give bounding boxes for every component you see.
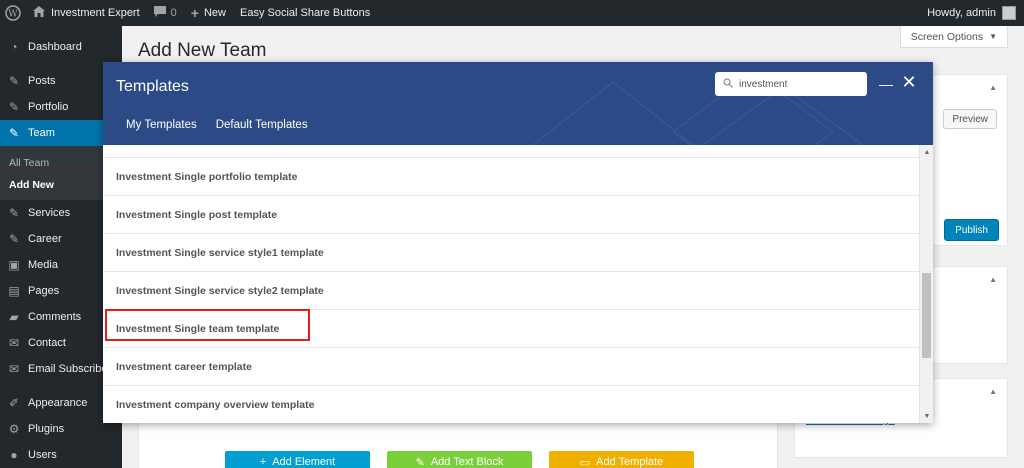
list-item[interactable]: Investment Single service style2 templat… [103,272,919,310]
sidebar-item-label: Posts [28,75,56,87]
sidebar-item-label: Plugins [28,423,65,435]
sidebar-item-label: Portfolio [28,101,69,113]
template-list: Investment Single portfolio template Inv… [103,145,919,423]
new-label: New [203,7,226,19]
screen-options-label: Screen Options [910,30,984,43]
dashboard-icon: ◔ [10,40,18,54]
home-icon [33,6,45,20]
tab-my-templates[interactable]: My Templates [126,119,197,131]
admin-bar: W Investment Expert 0 + New Easy Social … [0,0,1024,26]
sidebar-item-label: Career [28,233,62,245]
easy-social-share-link[interactable]: Easy Social Share Buttons [233,0,377,26]
users-icon: ● [10,448,18,462]
media-icon: ▣ [8,258,20,272]
pin-icon: ✎ [8,232,20,246]
site-name-link[interactable]: Investment Expert [26,0,147,26]
add-text-block-button[interactable]: ✎ Add Text Block [387,451,532,468]
preview-button[interactable]: Preview [943,109,997,129]
page-title: Add New Team [138,40,267,61]
templates-modal: Templates — ✕ My Templates Default Templ… [103,62,933,423]
new-content-link[interactable]: + New [184,0,233,26]
template-tabs: My Templates Default Templates [126,119,308,131]
close-icon[interactable]: ✕ [901,72,917,93]
comments-link[interactable]: 0 [147,0,184,26]
screen-options-button[interactable]: Screen Options ▼ [899,26,1008,48]
sidebar-item-label: Users [28,449,57,461]
collapse-toggle-icon[interactable]: ▲ [989,83,997,92]
template-search[interactable] [715,72,867,96]
sidebar-item-label: Pages [28,285,60,297]
svg-text:W: W [8,10,18,20]
publish-button[interactable]: Publish [944,219,999,241]
pin-icon: ✎ [8,206,20,220]
comment-bubble-icon [153,6,166,20]
sidebar-item-label: Appearance [28,397,88,409]
scroll-thumb[interactable] [922,273,931,358]
sidebar-item-label: Services [28,207,71,219]
add-template-button[interactable]: ▭ Add Template [549,451,694,468]
pin-icon: ✎ [8,100,20,114]
pages-icon: ▤ [8,284,20,298]
appearance-icon: ✐ [8,396,20,410]
list-scrollbar[interactable]: ▲ ▼ [919,145,933,423]
site-name: Investment Expert [51,7,140,19]
sidebar-item-users[interactable]: ● Users [0,442,122,468]
comments-icon: ▰ [9,310,19,324]
highlight-box [105,309,310,341]
list-item[interactable]: Investment Single service style1 templat… [103,234,919,272]
scroll-up-icon[interactable]: ▲ [920,145,934,159]
collapse-toggle-icon[interactable]: ▲ [989,387,997,396]
button-label: Add Template [596,456,664,468]
sidebar-item-label: Comments [28,311,82,323]
modal-header: Templates — ✕ My Templates Default Templ… [103,62,933,145]
list-item[interactable]: Investment Single portfolio template [103,158,919,196]
sidebar-item-dashboard[interactable]: ◔ Dashboard [0,34,122,60]
search-icon [723,77,733,91]
sidebar-item-label: Dashboard [28,41,82,53]
template-icon: ▭ [579,456,591,468]
mail-icon: ✉ [8,336,20,350]
button-label: Add Text Block [430,456,504,468]
search-input[interactable] [739,78,849,90]
plus-icon: + [190,5,199,21]
howdy-text: Howdy, admin [927,7,996,19]
list-item[interactable]: Investment career template [103,348,919,386]
list-item [103,145,919,158]
add-element-button[interactable]: + Add Element [225,451,370,468]
plugins-icon: ⚙ [8,422,20,436]
caret-down-icon: ▼ [989,32,997,41]
sidebar-item-label: Media [28,259,58,271]
sidebar-item-label: Team [28,127,55,139]
pin-icon: ✎ [8,74,20,88]
comments-count: 0 [170,7,177,19]
modal-body: Investment Single portfolio template Inv… [103,145,933,423]
plugin-label: Easy Social Share Buttons [239,7,371,19]
collapse-toggle-icon[interactable]: ▲ [989,275,997,284]
edit-icon: ✎ [415,456,425,468]
button-label: Add Element [272,456,336,468]
avatar [1002,6,1016,20]
sidebar-item-label: Contact [28,337,66,349]
list-item[interactable]: Investment Single post template [103,196,919,234]
list-item[interactable]: Investment company overview template [103,386,919,423]
pin-icon: ✎ [8,126,20,140]
account-menu[interactable]: Howdy, admin [920,0,1024,26]
scroll-down-icon[interactable]: ▼ [920,409,934,423]
wordpress-logo-icon[interactable]: W [0,0,26,26]
modal-title: Templates [116,78,189,95]
plus-icon: + [259,456,267,468]
mail-icon: ✉ [8,362,20,376]
tab-default-templates[interactable]: Default Templates [216,119,308,131]
minimize-icon[interactable]: — [879,76,893,92]
